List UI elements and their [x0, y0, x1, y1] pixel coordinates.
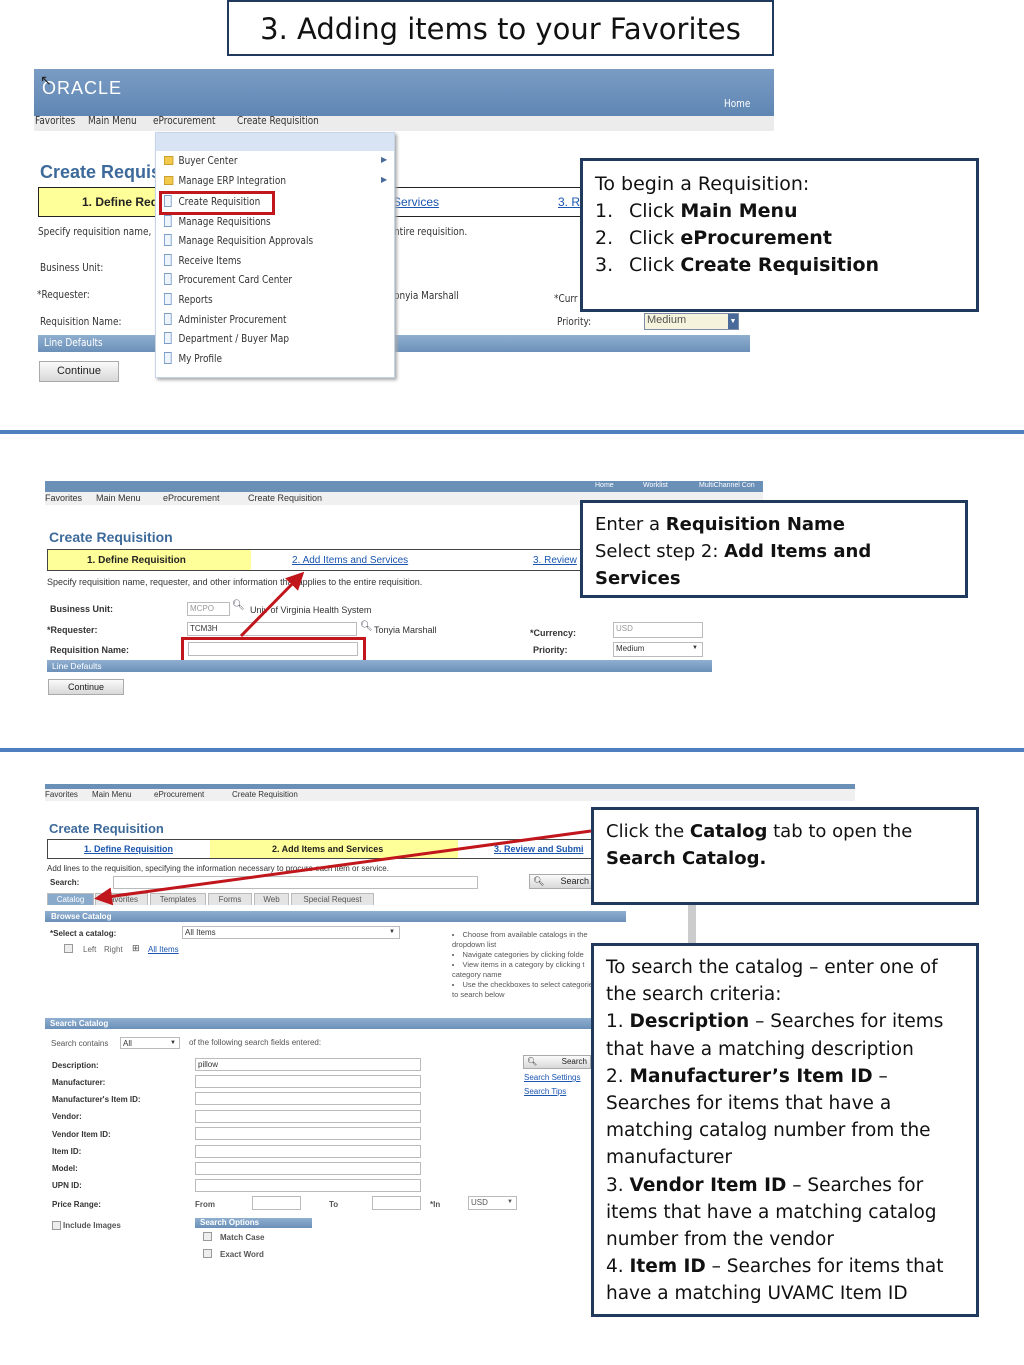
- arrow-overlay: [94, 571, 592, 906]
- arrow-to-step-2: [239, 571, 305, 638]
- arrow-to-catalog-tab: [94, 829, 592, 906]
